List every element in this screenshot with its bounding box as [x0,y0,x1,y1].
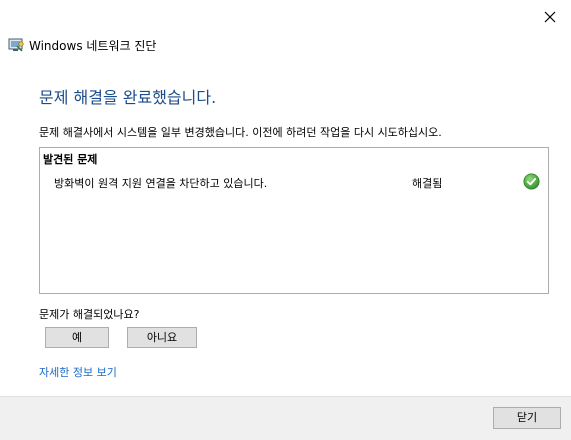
problem-description: 방화벽이 원격 지원 연결을 차단하고 있습니다. [54,177,268,190]
view-details-link[interactable]: 자세한 정보 보기 [39,364,117,380]
check-success-icon [523,173,540,190]
close-button[interactable]: 닫기 [493,407,561,429]
close-icon[interactable] [539,6,561,28]
resolution-question: 문제가 해결되었나요? [39,308,140,321]
problems-found-panel: 발견된 문제 방화벽이 원격 지원 연결을 차단하고 있습니다. 해결됨 [39,147,549,294]
list-item: 방화벽이 원격 지원 연결을 차단하고 있습니다. 해결됨 [40,171,548,191]
description-text: 문제 해결사에서 시스템을 일부 변경했습니다. 이전에 하려던 작업을 다시 … [39,126,442,139]
dialog-footer: 닫기 [0,396,571,440]
problems-title: 발견된 문제 [43,153,98,166]
network-diagnostics-icon [8,37,24,53]
status-badge: 해결됨 [412,177,443,190]
app-title: Windows 네트워크 진단 [29,38,157,53]
page-title: 문제 해결을 완료했습니다. [39,88,217,107]
troubleshooter-dialog: Windows 네트워크 진단 문제 해결을 완료했습니다. 문제 해결사에서 … [0,0,571,440]
dialog-header: Windows 네트워크 진단 [8,35,156,55]
no-button[interactable]: 아니요 [127,327,197,348]
yes-button[interactable]: 예 [45,327,109,348]
